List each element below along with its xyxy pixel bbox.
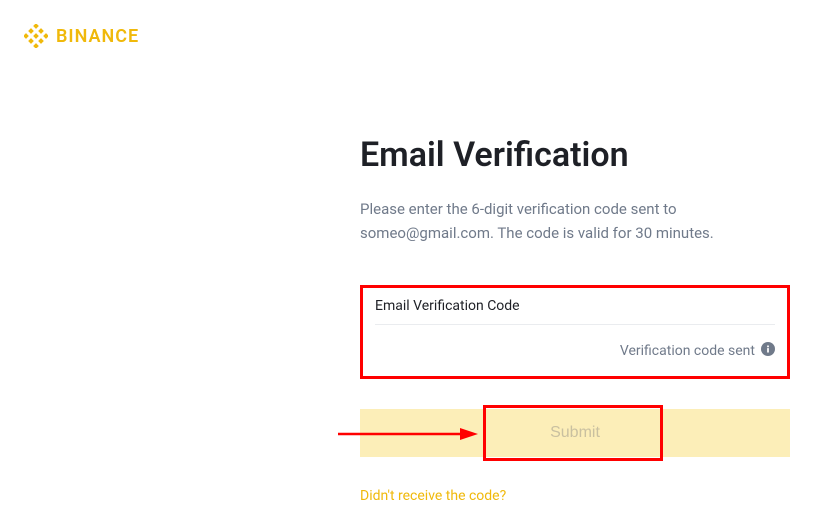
page-title: Email Verification — [360, 135, 790, 175]
resend-code-link[interactable]: Didn't receive the code? — [360, 488, 506, 504]
instruction-text: Please enter the 6-digit verification co… — [360, 197, 790, 245]
brand-name: BINANCE — [56, 26, 139, 47]
binance-logo-icon — [24, 24, 48, 48]
brand-logo[interactable]: BINANCE — [24, 24, 139, 48]
code-input-label: Email Verification Code — [375, 298, 775, 314]
submit-row: Submit — [360, 409, 790, 457]
code-sent-status: Verification code sent — [620, 343, 755, 359]
verification-code-field[interactable]: Email Verification Code Verification cod… — [360, 285, 790, 379]
verification-panel: Email Verification Please enter the 6-di… — [360, 135, 790, 504]
info-icon — [761, 341, 775, 360]
code-input-status-row: Verification code sent — [375, 324, 775, 360]
submit-button[interactable]: Submit — [360, 409, 790, 457]
